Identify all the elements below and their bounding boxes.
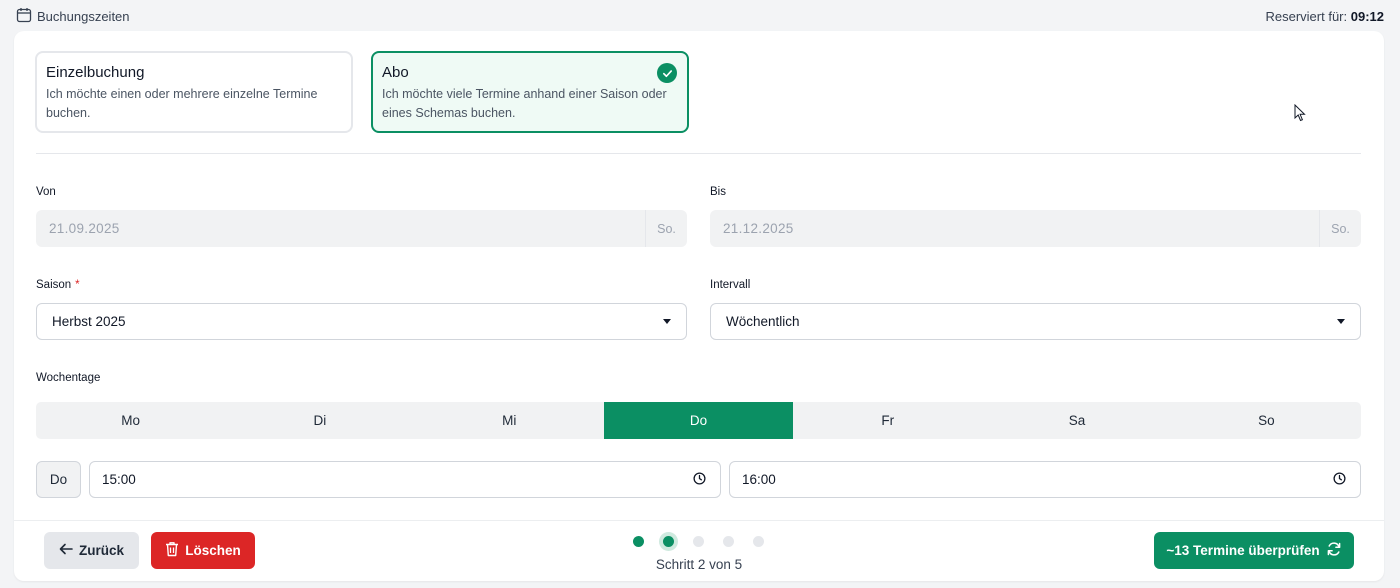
arrow-left-icon bbox=[59, 543, 73, 558]
weekday-so[interactable]: So bbox=[1172, 402, 1361, 439]
from-label: Von bbox=[36, 186, 56, 198]
to-date-value: 21.12.2025 bbox=[723, 221, 794, 236]
option-description: Ich möchte viele Termine anhand einer Sa… bbox=[382, 87, 667, 120]
caret-down-icon bbox=[663, 319, 671, 324]
next-label: ~13 Termine überprüfen bbox=[1166, 543, 1320, 558]
option-description: Ich möchte einen oder mehrere einzelne T… bbox=[46, 87, 318, 120]
step-dot-2 bbox=[663, 536, 674, 547]
interval-value: Wöchentlich bbox=[726, 314, 800, 329]
reserved-time: 09:12 bbox=[1350, 8, 1384, 24]
check-icon bbox=[657, 63, 677, 83]
option-abo[interactable]: Abo Ich möchte viele Termine anhand eine… bbox=[371, 51, 689, 133]
caret-down-icon bbox=[1337, 319, 1345, 324]
season-label: Saison * bbox=[36, 279, 80, 291]
reserved-label: Reserviert für: bbox=[1265, 8, 1348, 24]
calendar-icon bbox=[16, 7, 32, 26]
footer-divider bbox=[14, 520, 1384, 521]
interval-select[interactable]: Wöchentlich bbox=[710, 303, 1361, 340]
top-bar: Buchungszeiten Reserviert für: 09:12 bbox=[0, 0, 1400, 32]
season-label-text: Saison bbox=[36, 279, 72, 291]
step-dot-5 bbox=[753, 536, 764, 547]
review-appointments-button[interactable]: ~13 Termine überprüfen bbox=[1154, 532, 1354, 569]
step-dot-3 bbox=[693, 536, 704, 547]
to-date-field: 21.12.2025 So. bbox=[710, 210, 1361, 247]
booking-card: Einzelbuchung Ich möchte einen oder mehr… bbox=[14, 31, 1384, 581]
weekdays-label: Wochentage bbox=[36, 372, 101, 384]
start-time-value: 15:00 bbox=[102, 472, 136, 487]
page-title: Buchungszeiten bbox=[37, 8, 130, 24]
end-time-input[interactable]: 16:00 bbox=[729, 461, 1361, 498]
weekday-do[interactable]: Do bbox=[603, 402, 794, 439]
mouse-cursor-icon bbox=[1294, 103, 1306, 127]
option-title: Abo bbox=[382, 64, 409, 81]
step-dot-4 bbox=[723, 536, 734, 547]
delete-label: Löschen bbox=[185, 543, 241, 558]
season-select[interactable]: Herbst 2025 bbox=[36, 303, 687, 340]
season-value: Herbst 2025 bbox=[52, 314, 126, 329]
option-einzelbuchung[interactable]: Einzelbuchung Ich möchte einen oder mehr… bbox=[35, 51, 353, 133]
divider bbox=[36, 153, 1361, 154]
clock-icon bbox=[693, 471, 706, 488]
clock-icon bbox=[1333, 471, 1346, 488]
option-title: Einzelbuchung bbox=[46, 64, 145, 81]
reservation-timer: Reserviert für: 09:12 bbox=[1265, 9, 1384, 24]
section-title: Buchungszeiten bbox=[16, 7, 130, 26]
back-button[interactable]: Zurück bbox=[44, 532, 139, 569]
step-text: Schritt 2 von 5 bbox=[655, 557, 743, 572]
from-date-value: 21.09.2025 bbox=[49, 221, 120, 236]
step-indicator bbox=[633, 536, 783, 547]
trash-icon bbox=[165, 541, 179, 560]
to-weekday: So. bbox=[1319, 210, 1361, 247]
step-dot-1 bbox=[633, 536, 644, 547]
time-row-day-tag: Do bbox=[36, 461, 81, 498]
required-marker: * bbox=[75, 279, 80, 291]
to-label: Bis bbox=[710, 186, 726, 198]
weekday-sa[interactable]: Sa bbox=[982, 402, 1171, 439]
delete-button[interactable]: Löschen bbox=[151, 532, 255, 569]
interval-label: Intervall bbox=[710, 279, 751, 291]
end-time-value: 16:00 bbox=[742, 472, 776, 487]
back-label: Zurück bbox=[78, 543, 124, 558]
from-date-field: 21.09.2025 So. bbox=[36, 210, 687, 247]
weekday-selector: Mo Di Mi Do Fr Sa So bbox=[36, 402, 1361, 439]
weekday-mi[interactable]: Mi bbox=[415, 402, 604, 439]
refresh-icon bbox=[1326, 541, 1342, 560]
start-time-input[interactable]: 15:00 bbox=[89, 461, 721, 498]
weekday-mo[interactable]: Mo bbox=[36, 402, 225, 439]
weekday-fr[interactable]: Fr bbox=[793, 402, 982, 439]
from-weekday: So. bbox=[645, 210, 687, 247]
weekday-di[interactable]: Di bbox=[225, 402, 414, 439]
